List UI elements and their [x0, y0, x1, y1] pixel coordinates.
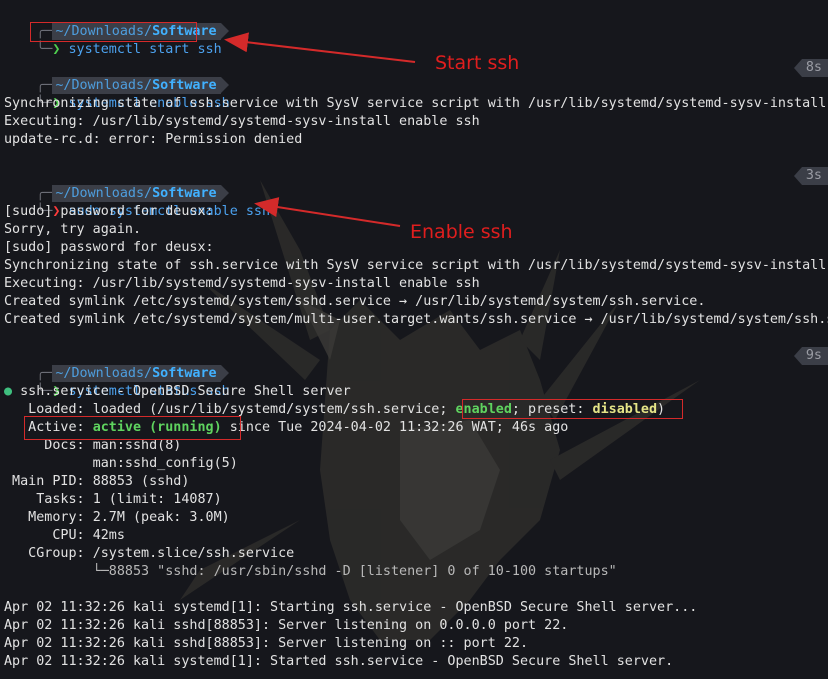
enable-ssh-annotation: Enable ssh	[410, 221, 513, 243]
arrow-to-enable-command	[254, 197, 401, 227]
start-ssh-annotation: Start ssh	[435, 52, 520, 74]
annotation-arrows	[224, 32, 416, 227]
arrow-to-start-command	[224, 32, 416, 63]
